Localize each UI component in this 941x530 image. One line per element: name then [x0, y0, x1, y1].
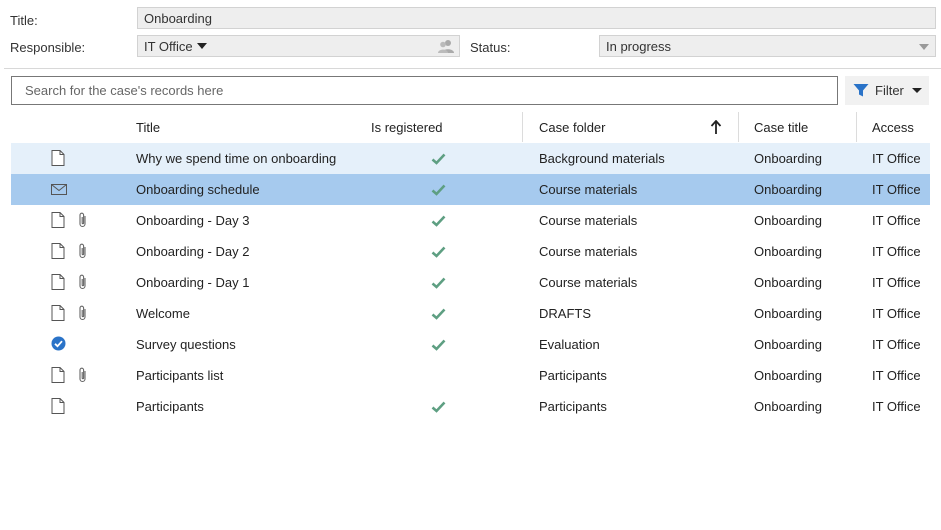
row-access: IT Office [872, 368, 921, 383]
table-row[interactable]: Onboarding - Day 2 Course materials Onboar… [11, 236, 930, 267]
row-case-folder: Evaluation [539, 337, 600, 352]
row-access: IT Office [872, 399, 921, 414]
table-row[interactable]: Why we spend time on onboarding Backgroun… [11, 143, 930, 174]
row-access: IT Office [872, 306, 921, 321]
row-case-folder: Course materials [539, 182, 638, 197]
row-access: IT Office [872, 275, 921, 290]
row-case-title: Onboarding [754, 368, 822, 383]
checkmark-icon [431, 401, 446, 416]
paperclip-icon [78, 274, 88, 293]
row-case-title: Onboarding [754, 213, 822, 228]
checkmark-icon [431, 277, 446, 292]
row-title: Onboarding schedule [136, 182, 260, 197]
caret-down-icon [911, 88, 922, 93]
table-row[interactable]: Welcome DRAFTS Onboarding IT Office [11, 298, 930, 329]
row-case-title: Onboarding [754, 275, 822, 290]
row-access: IT Office [872, 244, 921, 259]
paperclip-icon [78, 367, 88, 386]
row-case-title: Onboarding [754, 182, 822, 197]
row-access: IT Office [872, 151, 921, 166]
search-placeholder: Search for the case's records here [25, 83, 224, 98]
document-icon [51, 274, 65, 293]
users-icon[interactable] [437, 39, 455, 57]
responsible-label: Responsible: [10, 40, 86, 55]
row-title: Welcome [136, 306, 190, 321]
paperclip-icon [78, 243, 88, 262]
row-access: IT Office [872, 182, 921, 197]
case-title-field[interactable]: Onboarding [137, 7, 936, 29]
row-case-folder: Participants [539, 399, 607, 414]
column-header-case-folder[interactable]: Case folder [539, 120, 605, 136]
row-access: IT Office [872, 213, 921, 228]
checkmark-icon [431, 339, 446, 354]
status-label: Status: [470, 40, 511, 55]
survey-check-icon [51, 336, 66, 354]
chevron-down-icon[interactable] [919, 44, 929, 50]
filter-label: Filter [875, 83, 904, 98]
column-divider [738, 112, 739, 142]
table-row[interactable]: Onboarding - Day 1 Course materials Onboar… [11, 267, 930, 298]
column-header-access[interactable]: Access [872, 120, 914, 136]
row-case-title: Onboarding [754, 244, 822, 259]
status-value: In progress [606, 38, 672, 54]
column-divider [856, 112, 857, 142]
row-title: Onboarding - Day 1 [136, 275, 250, 290]
header-divider [4, 68, 941, 69]
row-case-folder: Course materials [539, 244, 638, 259]
row-title: Onboarding - Day 2 [136, 244, 250, 259]
document-icon [51, 367, 65, 386]
document-icon [51, 150, 65, 169]
filter-button[interactable]: Filter [845, 76, 929, 105]
checkmark-icon [431, 184, 446, 199]
row-title: Survey questions [136, 337, 236, 352]
row-title: Participants list [136, 368, 224, 383]
row-case-title: Onboarding [754, 151, 822, 166]
table-row[interactable]: Onboarding - Day 3 Course materials Onboar… [11, 205, 930, 236]
row-title: Onboarding - Day 3 [136, 213, 250, 228]
envelope-icon [51, 183, 67, 199]
column-header-case-title[interactable]: Case title [754, 120, 808, 136]
table-row[interactable]: Survey questions Evaluation Onboarding IT O… [11, 329, 930, 360]
row-title: Participants [136, 399, 204, 414]
row-case-title: Onboarding [754, 306, 822, 321]
paperclip-icon [78, 305, 88, 324]
row-case-folder: Participants [539, 368, 607, 383]
status-select[interactable]: In progress [599, 35, 936, 57]
row-case-folder: Background materials [539, 151, 665, 166]
checkmark-icon [431, 215, 446, 230]
table-row[interactable]: Participants list Participants Onboarding I… [11, 360, 930, 391]
row-case-folder: Course materials [539, 275, 638, 290]
arrow-up-icon[interactable] [710, 119, 722, 140]
checkmark-icon [431, 308, 446, 323]
table-row[interactable]: Onboarding schedule Course materials Onboa… [11, 174, 930, 205]
table-row[interactable]: Participants Participants Onboarding IT Off… [11, 391, 930, 422]
filter-icon [853, 83, 869, 98]
document-icon [51, 212, 65, 231]
checkmark-icon [431, 246, 446, 261]
column-header-registered[interactable]: Is registered [371, 120, 443, 136]
column-header-title[interactable]: Title [136, 120, 160, 136]
row-access: IT Office [872, 337, 921, 352]
row-title: Why we spend time on onboarding [136, 151, 337, 166]
checkmark-icon [431, 153, 446, 168]
responsible-value: IT Office [144, 38, 193, 54]
paperclip-icon [78, 212, 88, 231]
row-case-folder: Course materials [539, 213, 638, 228]
document-icon [51, 305, 65, 324]
row-case-folder: DRAFTS [539, 306, 591, 321]
document-icon [51, 243, 65, 262]
document-icon [51, 398, 65, 417]
caret-down-icon[interactable] [196, 43, 207, 49]
case-title-value: Onboarding [144, 10, 212, 26]
row-case-title: Onboarding [754, 399, 822, 414]
column-divider [522, 112, 523, 142]
row-case-title: Onboarding [754, 337, 822, 352]
title-label: Title: [10, 13, 38, 28]
records-search-input[interactable]: Search for the case's records here [11, 76, 838, 105]
responsible-field[interactable]: IT Office [137, 35, 460, 57]
